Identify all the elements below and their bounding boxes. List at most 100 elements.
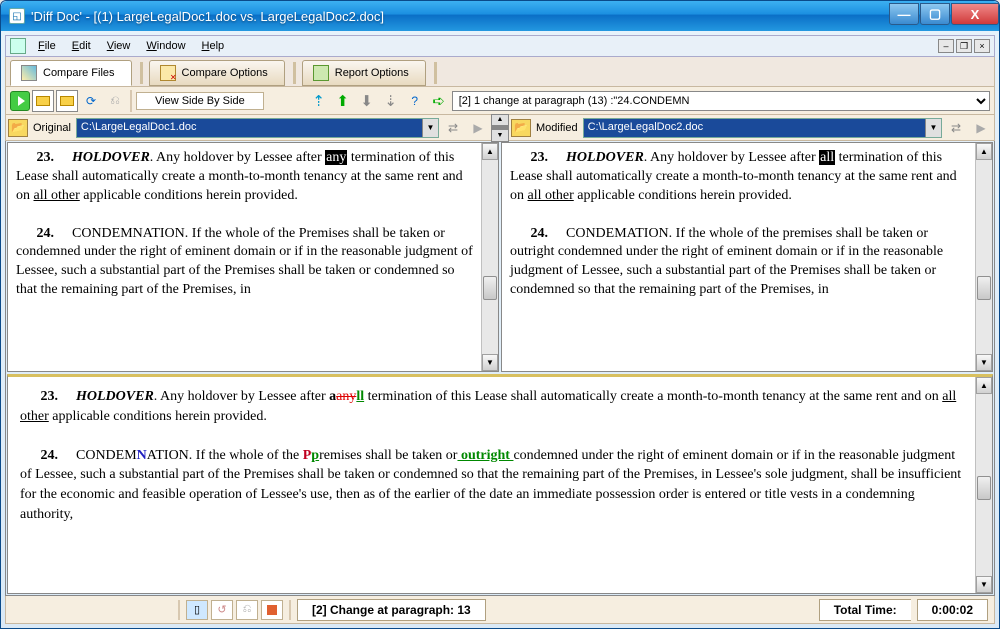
spin-down-button[interactable]: ▼ xyxy=(492,130,508,141)
toolbar-button[interactable]: ⎌ xyxy=(104,90,126,112)
last-diff-button[interactable]: ⇣ xyxy=(380,90,402,112)
modified-path: C:\LargeLegalDoc2.doc xyxy=(584,119,925,137)
modified-path-combo[interactable]: C:\LargeLegalDoc2.doc ▼ xyxy=(583,118,942,138)
tab-label: Compare Files xyxy=(43,67,115,79)
modified-label: Modified xyxy=(534,122,580,134)
menu-view[interactable]: View xyxy=(99,38,139,54)
para-title: HOLDOVER xyxy=(72,150,150,165)
minimize-button[interactable]: — xyxy=(889,3,919,25)
doc-icon xyxy=(10,38,26,54)
changed-text: N xyxy=(137,448,147,463)
scroll-up-button[interactable]: ▲ xyxy=(976,377,992,394)
status-icon[interactable]: ▯ xyxy=(186,600,208,620)
original-pane: 23.HOLDOVER. Any holdover by Lessee afte… xyxy=(7,142,499,372)
diff-highlight: any xyxy=(325,150,347,165)
modified-file-row: 📂 Modified C:\LargeLegalDoc2.doc ▼ ⇄ ▶ xyxy=(511,117,992,139)
change-dropdown[interactable]: [2] 1 change at paragraph (13) :"24.COND… xyxy=(452,91,990,111)
mdi-minimize-button[interactable]: – xyxy=(938,39,954,53)
tab-divider xyxy=(434,62,437,84)
mdi-close-button[interactable]: × xyxy=(974,39,990,53)
merged-text[interactable]: 23.HOLDOVER. Any holdover by Lessee afte… xyxy=(8,377,975,593)
first-diff-button[interactable]: ⇡ xyxy=(308,90,330,112)
swap-button[interactable]: ⇄ xyxy=(442,117,464,139)
window-title: 'Diff Doc' - [(1) LargeLegalDoc1.doc vs.… xyxy=(31,9,888,24)
open-original-button[interactable]: 📂 xyxy=(8,119,28,137)
refresh-button[interactable]: ⟳ xyxy=(80,90,102,112)
document-panes: 23.HOLDOVER. Any holdover by Lessee afte… xyxy=(5,141,995,596)
scroll-thumb[interactable] xyxy=(977,476,991,500)
nav-button[interactable]: ▶ xyxy=(467,117,489,139)
maximize-button[interactable]: ▢ xyxy=(920,3,950,25)
diff-highlight: all xyxy=(819,150,835,165)
tab-divider xyxy=(140,62,143,84)
scroll-thumb[interactable] xyxy=(977,276,991,300)
open-modified-button[interactable]: 📂 xyxy=(511,119,531,137)
dropdown-arrow-icon[interactable]: ▼ xyxy=(925,119,941,137)
scroll-up-button[interactable]: ▲ xyxy=(976,143,992,160)
changed-text: P xyxy=(303,448,312,463)
tabstrip: Compare Files Compare Options Report Opt… xyxy=(5,57,995,87)
tab-divider xyxy=(293,62,296,84)
status-icon[interactable]: ⎌ xyxy=(236,600,258,620)
scroll-down-button[interactable]: ▼ xyxy=(976,354,992,371)
help-button[interactable]: ? xyxy=(404,90,426,112)
tab-compare-files[interactable]: Compare Files xyxy=(10,60,132,86)
status-icon[interactable]: ↺ xyxy=(211,600,233,620)
status-icons: ▯ ↺ ⎌ xyxy=(186,600,283,620)
run-button[interactable] xyxy=(10,91,30,111)
original-text[interactable]: 23.HOLDOVER. Any holdover by Lessee afte… xyxy=(8,143,481,371)
compare-files-icon xyxy=(21,65,37,81)
compare-options-icon xyxy=(160,65,176,81)
inserted-text: ll xyxy=(356,389,364,404)
titlebar[interactable]: ◱ 'Diff Doc' - [(1) LargeLegalDoc1.doc v… xyxy=(1,1,999,31)
para-title: HOLDOVER xyxy=(76,389,154,404)
tab-report-options[interactable]: Report Options xyxy=(302,60,426,86)
original-path-combo[interactable]: C:\LargeLegalDoc1.doc ▼ xyxy=(76,118,439,138)
app-window: ◱ 'Diff Doc' - [(1) LargeLegalDoc1.doc v… xyxy=(0,0,1000,629)
merged-pane: 23.HOLDOVER. Any holdover by Lessee afte… xyxy=(7,374,993,594)
spin-up-button[interactable]: ▲ xyxy=(492,115,508,126)
splitter-spinner[interactable]: ▲ ▼ xyxy=(491,114,509,142)
menu-window[interactable]: Window xyxy=(138,38,193,54)
inserted-text: outright xyxy=(457,448,513,463)
report-options-icon xyxy=(313,65,329,81)
main-toolbar: ⟳ ⎌ View Side By Side ⇡ ⬆ ⬇ ⇣ ? ➪ [2] 1 … xyxy=(5,87,995,115)
modified-text[interactable]: 23.HOLDOVER. Any holdover by Lessee afte… xyxy=(502,143,975,371)
filebar: 📂 Original C:\LargeLegalDoc1.doc ▼ ⇄ ▶ ▲… xyxy=(5,115,995,141)
original-label: Original xyxy=(31,122,73,134)
app-icon: ◱ xyxy=(9,8,25,24)
para-number: 23. xyxy=(510,149,548,168)
swap-button[interactable]: ⇄ xyxy=(945,117,967,139)
toolbar-button[interactable] xyxy=(56,90,78,112)
scrollbar[interactable]: ▲ ▼ xyxy=(975,377,992,593)
side-by-side-row: 23.HOLDOVER. Any holdover by Lessee afte… xyxy=(6,141,994,373)
para-number: 24. xyxy=(16,225,54,244)
time-value: 0:00:02 xyxy=(917,599,988,621)
time-label: Total Time: xyxy=(819,599,911,621)
change-status: [2] Change at paragraph: 13 xyxy=(297,599,486,621)
folder-icon xyxy=(36,96,50,106)
tab-compare-options[interactable]: Compare Options xyxy=(149,60,285,86)
scroll-down-button[interactable]: ▼ xyxy=(976,576,992,593)
menu-edit[interactable]: Edit xyxy=(64,38,99,54)
menubar: File Edit View Window Help – ❐ × xyxy=(5,35,995,57)
prev-diff-button[interactable]: ⬆ xyxy=(332,90,354,112)
scroll-down-button[interactable]: ▼ xyxy=(482,354,498,371)
scrollbar[interactable]: ▲ ▼ xyxy=(975,143,992,371)
inserted-text: p xyxy=(311,448,319,463)
menu-file[interactable]: File xyxy=(30,38,64,54)
mdi-restore-button[interactable]: ❐ xyxy=(956,39,972,53)
scroll-up-button[interactable]: ▲ xyxy=(482,143,498,160)
goto-button[interactable]: ➪ xyxy=(428,90,450,112)
next-diff-button[interactable]: ⬇ xyxy=(356,90,378,112)
nav-button[interactable]: ▶ xyxy=(970,117,992,139)
status-icon[interactable] xyxy=(261,600,283,620)
deleted-text: any xyxy=(336,389,356,404)
scrollbar[interactable]: ▲ ▼ xyxy=(481,143,498,371)
toolbar-button[interactable] xyxy=(32,90,54,112)
close-button[interactable]: X xyxy=(951,3,999,25)
view-mode-label[interactable]: View Side By Side xyxy=(136,92,264,110)
scroll-thumb[interactable] xyxy=(483,276,497,300)
dropdown-arrow-icon[interactable]: ▼ xyxy=(422,119,438,137)
menu-help[interactable]: Help xyxy=(194,38,233,54)
